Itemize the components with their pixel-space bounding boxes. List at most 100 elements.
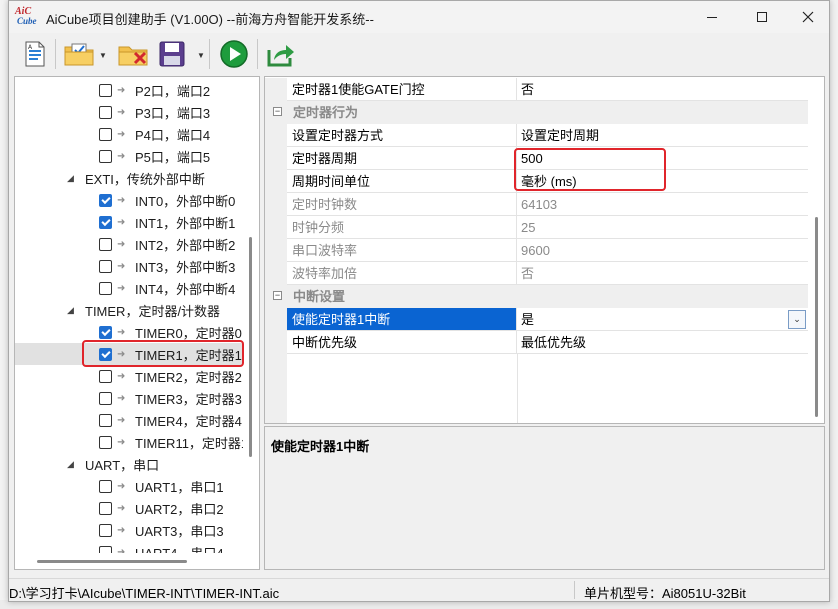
chevron-down-icon[interactable]: ▼ <box>197 51 205 60</box>
scrollbar-thumb[interactable] <box>37 560 187 563</box>
description-title: 使能定时器1中断 <box>271 439 370 454</box>
tree-item-label: P4口，端口4 <box>135 127 211 143</box>
tree-item[interactable]: ➜ INT3，外部中断3 <box>15 255 243 277</box>
property-name[interactable]: 定时时钟数 <box>287 193 517 216</box>
checkbox[interactable] <box>99 435 112 449</box>
tree-item-label: P2口，端口2 <box>135 83 211 99</box>
checkbox[interactable] <box>99 523 112 537</box>
tree-item[interactable]: ➜ INT2，外部中断2 <box>15 233 243 255</box>
checkbox[interactable] <box>99 479 112 493</box>
checkbox[interactable] <box>99 369 112 383</box>
tree-item[interactable]: ➜ INT0，外部中断0 <box>15 189 243 211</box>
close-project-button[interactable] <box>115 37 151 71</box>
property-name[interactable]: 使能定时器1中断 <box>287 308 517 331</box>
maximize-button[interactable] <box>739 1 785 33</box>
scrollbar-thumb[interactable] <box>815 217 818 417</box>
property-row[interactable]: 串口波特率 9600 <box>265 239 808 262</box>
property-row[interactable]: 中断优先级 最低优先级 <box>265 331 808 354</box>
property-value[interactable]: 是 ⌄ <box>517 308 808 331</box>
property-name[interactable]: 串口波特率 <box>287 239 517 262</box>
checkbox[interactable] <box>99 83 112 97</box>
checkbox[interactable] <box>99 215 112 229</box>
tree-group[interactable]: ◢ UART，串口 <box>15 453 243 475</box>
tree-item[interactable]: ➜ P2口，端口2 <box>15 79 243 101</box>
tree-item[interactable]: ➜ P3口，端口3 <box>15 101 243 123</box>
property-row[interactable]: 时钟分频 25 <box>265 216 808 239</box>
tree-group[interactable]: ◢ EXTI，传统外部中断 <box>15 167 243 189</box>
tree-item[interactable]: ➜ UART2，串口2 <box>15 497 243 519</box>
tree-horizontal-scrollbar[interactable] <box>15 553 259 569</box>
new-document-button[interactable]: A <box>19 37 51 71</box>
tree-item-label: INT0，外部中断0 <box>135 193 236 209</box>
tree-item[interactable]: ➜ TIMER4，定时器4 <box>15 409 243 431</box>
property-name[interactable]: 时钟分频 <box>287 216 517 239</box>
scrollbar-thumb[interactable] <box>249 237 252 457</box>
checkbox[interactable] <box>99 127 112 141</box>
open-project-button[interactable] <box>61 37 97 71</box>
property-row[interactable]: 定时器1使能GATE门控否 <box>265 78 808 101</box>
property-name[interactable]: 设置定时器方式 <box>287 124 517 147</box>
expander-icon[interactable]: ◢ <box>67 305 77 316</box>
close-window-button[interactable] <box>785 1 831 33</box>
property-category[interactable]: − 中断设置 <box>265 285 808 308</box>
checkbox[interactable] <box>99 259 112 273</box>
run-button[interactable] <box>217 37 251 71</box>
checkbox[interactable] <box>99 149 112 163</box>
tree-group[interactable]: ◢ TIMER，定时器/计数器 <box>15 299 243 321</box>
property-category[interactable]: − 定时器行为 <box>265 101 808 124</box>
property-value[interactable]: 最低优先级 <box>517 331 808 354</box>
checkbox[interactable] <box>99 193 112 207</box>
checkbox[interactable] <box>99 105 112 119</box>
property-row[interactable]: 使能定时器1中断是 ⌄ <box>265 308 808 331</box>
property-name[interactable]: 波特率加倍 <box>287 262 517 285</box>
property-name[interactable]: 定时器周期 <box>287 147 517 170</box>
tree-item[interactable]: ➜ P4口，端口4 <box>15 123 243 145</box>
collapse-icon[interactable]: − <box>273 107 282 116</box>
new-document-icon: A <box>25 41 45 67</box>
tree-item[interactable]: ➜ UART1，串口1 <box>15 475 243 497</box>
logo-text-bottom: Cube <box>17 16 37 26</box>
tree-item-label: UART2，串口2 <box>135 501 224 517</box>
checkbox[interactable] <box>99 281 112 295</box>
chevron-down-icon[interactable]: ▼ <box>99 51 107 60</box>
tree-item-label: TIMER0，定时器0 <box>135 325 242 341</box>
chevron-down-icon[interactable]: ⌄ <box>788 310 806 329</box>
maximize-icon <box>757 12 767 22</box>
export-button[interactable] <box>263 37 299 71</box>
tree-item-label: INT4，外部中断4 <box>135 281 236 297</box>
collapse-icon[interactable]: − <box>273 291 282 300</box>
checkbox[interactable] <box>99 501 112 515</box>
tree-item[interactable]: ➜ TIMER3，定时器3 <box>15 387 243 409</box>
checkbox[interactable] <box>99 413 112 427</box>
property-row[interactable]: 定时时钟数 64103 <box>265 193 808 216</box>
property-vertical-scrollbar[interactable] <box>810 77 824 423</box>
close-icon <box>802 11 814 23</box>
tree-vertical-scrollbar[interactable] <box>243 77 259 552</box>
tree-item-label: P5口，端口5 <box>135 149 211 165</box>
property-row[interactable]: 设置定时器方式 设置定时周期 <box>265 124 808 147</box>
arrow-right-icon: ➜ <box>117 84 126 96</box>
tree-item[interactable]: ➜ UART3，串口3 <box>15 519 243 541</box>
tree-item[interactable]: ➜ INT1，外部中断1 <box>15 211 243 233</box>
tree-item[interactable]: ➜ P5口，端口5 <box>15 145 243 167</box>
save-button[interactable] <box>155 37 189 71</box>
tree-item-label: INT1，外部中断1 <box>135 215 236 231</box>
checkbox[interactable] <box>99 237 112 251</box>
tree-item-label: TIMER2，定时器2 <box>135 369 242 385</box>
property-name[interactable]: 定时器1使能GATE门控 <box>287 78 517 101</box>
tree-item[interactable]: ➜ TIMER2，定时器2 <box>15 365 243 387</box>
expander-icon[interactable]: ◢ <box>67 459 77 470</box>
arrow-right-icon: ➜ <box>117 106 126 118</box>
tree-item[interactable]: ➜ INT4，外部中断4 <box>15 277 243 299</box>
expander-icon[interactable]: ◢ <box>67 173 77 184</box>
checkbox[interactable] <box>99 325 112 339</box>
toolbar-separator <box>209 39 210 69</box>
minimize-button[interactable] <box>689 1 735 33</box>
property-name[interactable]: 中断优先级 <box>287 331 517 354</box>
property-name[interactable]: 周期时间单位 <box>287 170 517 193</box>
tree-item[interactable]: ➜ TIMER11，定时器11 <box>15 431 254 453</box>
property-value[interactable]: 否 <box>517 78 808 101</box>
property-row[interactable]: 波特率加倍否 <box>265 262 808 285</box>
checkbox[interactable] <box>99 391 112 405</box>
property-value[interactable]: 设置定时周期 <box>517 124 808 147</box>
